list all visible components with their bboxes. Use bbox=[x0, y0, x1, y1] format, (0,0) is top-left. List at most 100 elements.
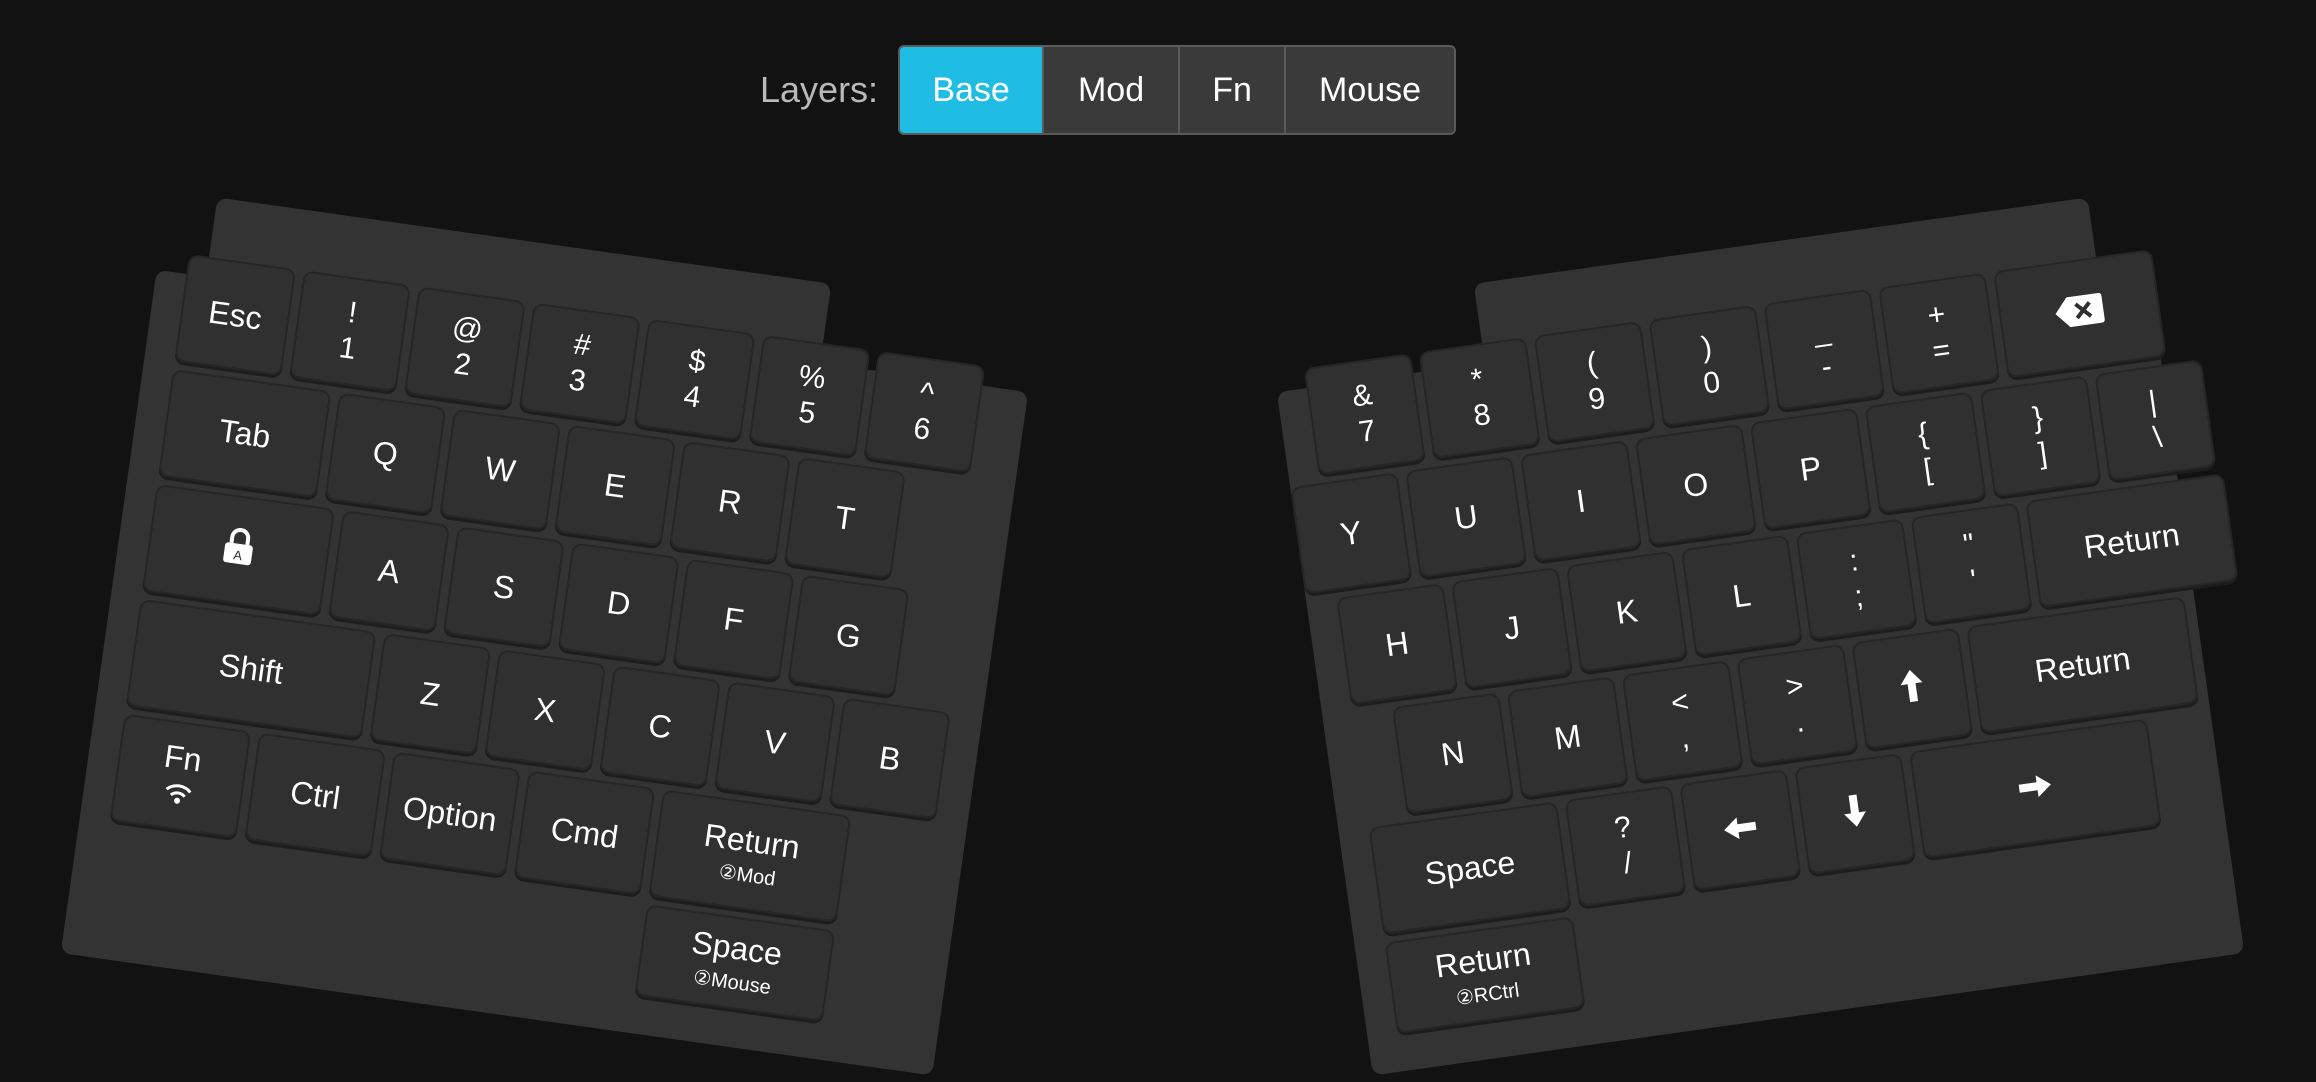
key-z[interactable]: Z bbox=[369, 632, 492, 755]
key-label: H bbox=[1383, 624, 1411, 664]
key-arrow-left[interactable] bbox=[1679, 768, 1802, 891]
key-f[interactable]: F bbox=[672, 558, 795, 681]
key-5[interactable]: % 5 bbox=[748, 334, 871, 457]
key-s[interactable]: S bbox=[442, 526, 565, 649]
arrow-down-icon bbox=[1839, 791, 1871, 837]
key-label: Q bbox=[370, 433, 401, 473]
tab-base[interactable]: Base bbox=[900, 47, 1043, 133]
key-\[interactable]: | \ bbox=[2094, 359, 2217, 482]
keyboard-layout-viewer: Layers: Base Mod Fn Mouse Esc! 1 @2 #3 $4% 5 ^… bbox=[0, 0, 2316, 1082]
key-][interactable]: }] bbox=[1979, 375, 2102, 498]
key-d[interactable]: D bbox=[557, 542, 680, 665]
key-shift-legend: @ bbox=[450, 310, 485, 348]
key-esc[interactable]: Esc bbox=[174, 254, 297, 377]
key-label: I bbox=[1574, 482, 1588, 520]
key-p[interactable]: P bbox=[1749, 407, 1872, 530]
key-j[interactable]: J bbox=[1450, 566, 1573, 689]
key-,[interactable]: <, bbox=[1621, 659, 1744, 782]
key-base-legend: ' bbox=[1968, 563, 1979, 598]
key-m[interactable]: M bbox=[1506, 676, 1629, 799]
key-u[interactable]: U bbox=[1405, 456, 1528, 579]
key-shift-legend: > bbox=[1783, 668, 1806, 705]
key-y[interactable]: Y bbox=[1290, 472, 1413, 595]
layers-label: Layers: bbox=[760, 69, 879, 110]
key-shift-legend: " bbox=[1961, 527, 1977, 562]
key-'[interactable]: " ' bbox=[1910, 502, 2033, 625]
key-shift-legend: } bbox=[2030, 401, 2046, 436]
key-label: Z bbox=[418, 674, 443, 714]
key-label: M bbox=[1551, 717, 1584, 757]
key-7[interactable]: & 7 bbox=[1303, 353, 1426, 476]
key-label: O bbox=[1680, 465, 1711, 505]
key-base-legend: 4 bbox=[681, 379, 703, 415]
key-b[interactable]: B bbox=[828, 697, 951, 820]
key-arrow-up[interactable] bbox=[1851, 627, 1974, 750]
key-/[interactable]: ? / bbox=[1564, 785, 1687, 908]
key-label: X bbox=[532, 690, 559, 730]
key-3[interactable]: #3 bbox=[518, 302, 641, 425]
layer-tabs: Base Mod Fn Mouse bbox=[898, 45, 1457, 135]
key-q[interactable]: Q bbox=[324, 392, 447, 515]
backspace-icon bbox=[2052, 290, 2107, 338]
key-k[interactable]: K bbox=[1565, 550, 1688, 673]
key-o[interactable]: O bbox=[1634, 423, 1757, 546]
key-base-legend: ; bbox=[1852, 579, 1866, 614]
key-0[interactable]: ) 0 bbox=[1648, 304, 1771, 427]
key-label: P bbox=[1797, 449, 1824, 488]
tab-mod[interactable]: Mod bbox=[1042, 47, 1179, 133]
key-4[interactable]: $4 bbox=[633, 318, 756, 441]
key-option[interactable]: Option bbox=[378, 751, 521, 877]
key-arrow-down[interactable] bbox=[1794, 752, 1917, 875]
key-r[interactable]: R bbox=[669, 440, 792, 563]
key-backspace[interactable] bbox=[1992, 249, 2167, 379]
key-9[interactable]: (9 bbox=[1533, 320, 1656, 443]
key-label: T bbox=[832, 498, 858, 538]
tab-mouse[interactable]: Mouse bbox=[1284, 47, 1455, 133]
key-e[interactable]: E bbox=[554, 424, 677, 547]
key-ctrl[interactable]: Ctrl bbox=[244, 732, 387, 858]
key-1[interactable]: ! 1 bbox=[289, 270, 412, 393]
key-label: E bbox=[602, 466, 629, 505]
key-a[interactable]: A bbox=[328, 510, 451, 632]
key-base-legend: 5 bbox=[796, 395, 818, 431]
key-label: Cmd bbox=[548, 810, 621, 856]
key-.[interactable]: >. bbox=[1736, 643, 1859, 766]
key-shift-legend: { bbox=[1915, 417, 1931, 452]
key-h[interactable]: H bbox=[1336, 582, 1459, 705]
arrow-up-icon bbox=[1896, 666, 1928, 712]
key-w[interactable]: W bbox=[439, 408, 562, 531]
key-fn[interactable]: Fn bbox=[109, 713, 252, 839]
key-label: Fn bbox=[162, 737, 205, 779]
key-;[interactable]: :; bbox=[1795, 518, 1918, 641]
key-hold-legend: ②Mouse bbox=[691, 966, 773, 1000]
key-shift-legend: ( bbox=[1584, 346, 1600, 381]
key-shift-legend: : bbox=[1847, 544, 1861, 578]
key-[[interactable]: {[ bbox=[1864, 391, 1987, 514]
key-2[interactable]: @2 bbox=[403, 286, 526, 409]
key-label: Option bbox=[400, 789, 500, 839]
key-x[interactable]: X bbox=[484, 649, 607, 772]
key-6[interactable]: ^ 6 bbox=[863, 350, 986, 473]
key-v[interactable]: V bbox=[713, 681, 836, 804]
tab-fn[interactable]: Fn bbox=[1178, 47, 1285, 133]
arrow-left-icon bbox=[1720, 810, 1761, 851]
key-label: J bbox=[1501, 608, 1523, 647]
key-label: C bbox=[646, 706, 675, 746]
key-shift-legend: * bbox=[1468, 362, 1486, 397]
arrow-right-icon bbox=[2015, 768, 2056, 809]
key-label: W bbox=[482, 449, 518, 490]
key-i[interactable]: I bbox=[1519, 439, 1642, 562]
key--[interactable]: _ - bbox=[1763, 288, 1886, 411]
key-c[interactable]: C bbox=[599, 665, 722, 788]
key-label: Return bbox=[2081, 516, 2182, 566]
key-n[interactable]: N bbox=[1391, 692, 1514, 815]
key-tab[interactable]: Tab bbox=[158, 368, 332, 499]
key-8[interactable]: * 8 bbox=[1418, 337, 1541, 460]
key-base-legend: . bbox=[1793, 705, 1807, 740]
key-l[interactable]: L bbox=[1680, 534, 1803, 657]
key-t[interactable]: T bbox=[783, 456, 906, 579]
key-cmd[interactable]: Cmd bbox=[513, 770, 656, 896]
key-=[interactable]: + = bbox=[1878, 272, 2001, 395]
key-g[interactable]: G bbox=[787, 574, 910, 697]
left-keyboard-half: Esc! 1 @2 #3 $4% 5 ^ 6 Tab Q W E R T A A S D F G Shift Z X C V B F… bbox=[41, 188, 1059, 1079]
